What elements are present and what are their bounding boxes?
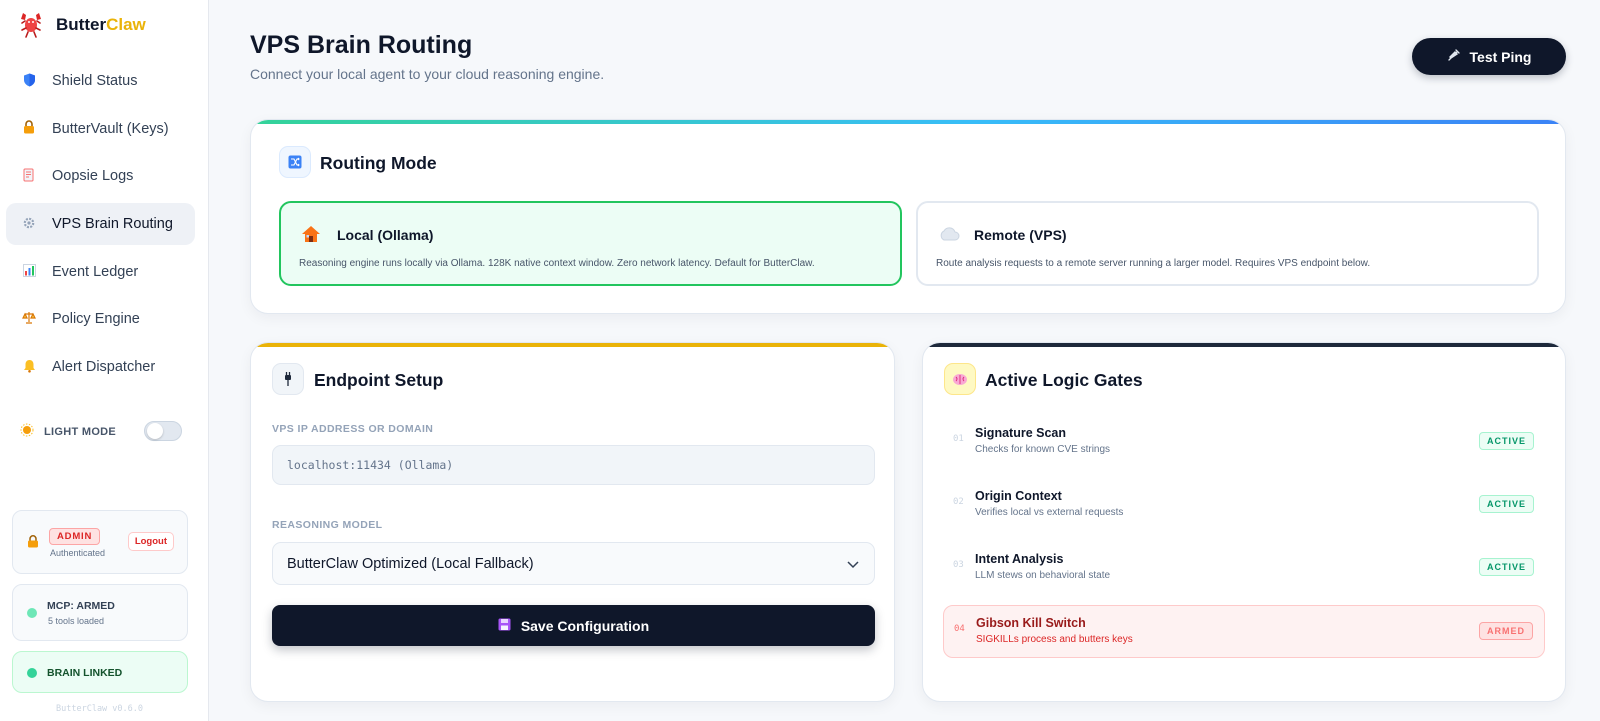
page-subtitle: Connect your local agent to your cloud r… xyxy=(250,66,605,82)
lock-icon xyxy=(27,535,39,551)
save-configuration-label: Save Configuration xyxy=(520,617,650,634)
gate-description: Verifies local vs external requests xyxy=(975,507,1124,518)
sun-icon xyxy=(20,423,36,440)
brain-status-card: BRAIN LINKED xyxy=(12,651,188,693)
chevron-down-icon xyxy=(847,561,859,569)
admin-badge: ADMIN xyxy=(49,528,101,545)
gate-title: Origin Context xyxy=(975,489,1062,503)
test-ping-button[interactable]: Test Ping xyxy=(1412,38,1566,75)
endpoint-setup-title: Endpoint Setup xyxy=(314,370,444,390)
gate-number: 02 xyxy=(953,497,964,507)
routing-mode-panel: Routing Mode Local (Ollama) Reasoning en… xyxy=(250,119,1566,314)
gate-title: Intent Analysis xyxy=(975,552,1064,566)
gate-number: 01 xyxy=(953,434,964,444)
mode-option-remote[interactable]: Remote (VPS) Route analysis requests to … xyxy=(916,201,1539,286)
routing-mode-title: Routing Mode xyxy=(320,153,437,173)
vps-ip-input[interactable] xyxy=(272,445,875,485)
mode-title: Local (Ollama) xyxy=(337,227,434,243)
syringe-icon xyxy=(1447,48,1460,65)
sidebar-item-label: Oopsie Logs xyxy=(52,168,134,185)
sidebar-item-label: Policy Engine xyxy=(52,311,140,328)
mcp-title: MCP: ARMED xyxy=(47,600,115,612)
house-icon xyxy=(301,225,321,248)
lobster-icon xyxy=(16,10,46,40)
sidebar-item-buttervault[interactable]: ButterVault (Keys) xyxy=(6,108,195,150)
status-badge: ACTIVE xyxy=(1478,558,1534,576)
sidebar-nav: Shield Status ButterVault (Keys) Oopsie … xyxy=(6,60,195,394)
mcp-status-card: MCP: ARMED 5 tools loaded xyxy=(12,584,188,641)
gate-description: LLM stews on behavioral state xyxy=(975,570,1111,581)
floppy-disk-icon xyxy=(498,618,511,634)
brain-icon xyxy=(944,363,976,395)
bar-chart-icon xyxy=(20,263,38,280)
sidebar-item-alert-dispatcher[interactable]: Alert Dispatcher xyxy=(6,346,195,388)
brand-name: ButterClaw xyxy=(56,15,146,34)
mode-option-local[interactable]: Local (Ollama) Reasoning engine runs loc… xyxy=(279,201,902,286)
plug-icon xyxy=(272,363,304,395)
sidebar-item-vps-brain-routing[interactable]: VPS Brain Routing xyxy=(6,203,195,246)
gate-description: Checks for known CVE strings xyxy=(975,444,1111,455)
shield-icon xyxy=(20,73,38,90)
page-title: VPS Brain Routing xyxy=(250,31,473,59)
panel-accent-bar xyxy=(923,343,1565,347)
status-badge: ACTIVE xyxy=(1478,495,1534,513)
logic-gate-row-kill-switch: 04 Gibson Kill Switch SIGKILLs process a… xyxy=(943,605,1545,658)
cloud-icon xyxy=(938,225,960,246)
mcp-subtitle: 5 tools loaded xyxy=(48,616,105,626)
sidebar-item-label: VPS Brain Routing xyxy=(52,216,173,233)
status-dot xyxy=(27,668,37,678)
vps-ip-label: VPS IP ADDRESS OR DOMAIN xyxy=(272,423,434,435)
sidebar: ButterClaw Shield Status ButterVault (Ke… xyxy=(0,0,209,721)
panel-accent-bar xyxy=(251,120,1565,124)
sidebar-item-shield-status[interactable]: Shield Status xyxy=(6,60,195,102)
status-badge: ARMED xyxy=(1479,622,1533,640)
light-mode-toggle[interactable] xyxy=(144,421,182,441)
logout-button[interactable]: Logout xyxy=(127,532,174,551)
gear-icon xyxy=(20,216,38,233)
bell-icon xyxy=(20,359,38,376)
reasoning-model-select[interactable]: ButterClaw Optimized (Local Fallback) xyxy=(272,542,875,585)
sidebar-item-oopsie-logs[interactable]: Oopsie Logs xyxy=(6,155,195,197)
logic-gate-row: 03 Intent Analysis LLM stews on behavior… xyxy=(943,542,1545,595)
panel-accent-bar xyxy=(251,343,894,347)
mode-description: Reasoning engine runs locally via Ollama… xyxy=(299,258,815,269)
save-configuration-button[interactable]: Save Configuration xyxy=(272,605,875,646)
mode-description: Route analysis requests to a remote serv… xyxy=(936,258,1371,269)
sidebar-item-label: Shield Status xyxy=(52,73,138,89)
logic-gate-row: 02 Origin Context Verifies local vs exte… xyxy=(943,479,1545,532)
light-mode-label: LIGHT MODE xyxy=(44,425,117,438)
gate-description: SIGKILLs process and butters keys xyxy=(976,634,1133,645)
admin-card: ADMIN Authenticated Logout xyxy=(12,510,188,574)
logic-gate-row: 01 Signature Scan Checks for known CVE s… xyxy=(943,416,1545,469)
lock-icon xyxy=(20,120,38,137)
active-logic-gates-panel: Active Logic Gates 01 Signature Scan Che… xyxy=(922,342,1566,702)
gate-number: 04 xyxy=(954,624,965,634)
test-ping-label: Test Ping xyxy=(1469,48,1532,65)
toggle-knob xyxy=(147,423,163,439)
gate-number: 03 xyxy=(953,560,964,570)
gate-title: Signature Scan xyxy=(975,426,1066,440)
brain-title: BRAIN LINKED xyxy=(47,667,123,679)
sidebar-item-label: ButterVault (Keys) xyxy=(52,120,169,137)
light-mode-control: LIGHT MODE xyxy=(20,421,182,441)
auth-status: Authenticated xyxy=(50,548,106,558)
endpoint-setup-panel: Endpoint Setup VPS IP ADDRESS OR DOMAIN … xyxy=(250,342,895,702)
memo-icon xyxy=(20,168,38,185)
shuffle-icon xyxy=(279,146,311,178)
sidebar-item-event-ledger[interactable]: Event Ledger xyxy=(6,251,195,293)
version-label: ButterClaw v0.6.0 xyxy=(56,704,143,714)
gate-title: Gibson Kill Switch xyxy=(976,616,1086,630)
scales-icon xyxy=(20,311,38,327)
sidebar-item-label: Event Ledger xyxy=(52,263,139,280)
status-dot xyxy=(27,608,37,618)
sidebar-item-label: Alert Dispatcher xyxy=(52,359,156,376)
reasoning-model-value: ButterClaw Optimized (Local Fallback) xyxy=(287,555,534,572)
sidebar-item-policy-engine[interactable]: Policy Engine xyxy=(6,298,195,340)
mode-title: Remote (VPS) xyxy=(974,227,1067,243)
brand[interactable]: ButterClaw xyxy=(16,10,146,40)
active-logic-gates-title: Active Logic Gates xyxy=(985,370,1143,390)
status-badge: ACTIVE xyxy=(1478,432,1534,450)
reasoning-model-label: REASONING MODEL xyxy=(272,519,383,531)
